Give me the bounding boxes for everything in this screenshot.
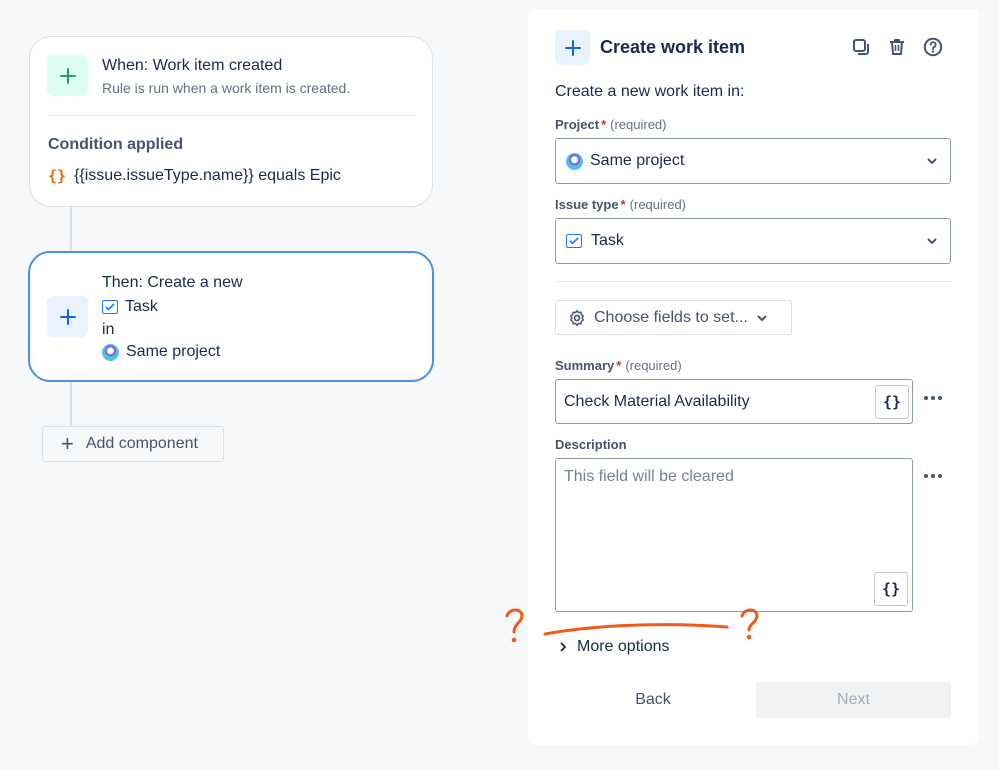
summary-label-text: Summary [555,358,615,373]
add-component-label: Add component [85,435,198,452]
required-note: (required) [629,197,687,212]
duplicate-button[interactable] [850,36,872,58]
project-select[interactable]: Same project [555,138,951,184]
required-marker: * [616,358,622,373]
issue-type-select[interactable]: Task [555,218,951,264]
summary-smart-value-button[interactable]: {} [875,385,909,419]
description-more-button[interactable] [921,466,945,486]
panel-intro: Create a new work item in: [555,83,745,100]
choose-fields-button[interactable]: Choose fields to set... [555,300,792,335]
help-icon [923,37,943,57]
header-plus-icon [555,30,590,65]
issue-type-select-value: Task [591,232,624,249]
project-select-value: Same project [590,152,685,169]
annotation-overlay [505,608,759,643]
back-button[interactable]: Back [555,682,751,718]
chevron-down-icon [927,158,937,165]
action-project-label: Same project [126,343,221,360]
chevron-down-icon [927,238,937,245]
description-label: Description [555,437,627,452]
next-button[interactable]: Next [756,682,951,718]
gear-icon [569,309,585,326]
project-avatar-icon [102,343,119,361]
action-issue-type: Task [102,298,158,316]
condition-row: {} {{issue.issueType.name}} equals Epic [48,167,341,185]
required-marker: * [601,117,607,132]
action-card[interactable]: Then: Create a new Task in Same project [28,251,434,382]
flow-connector-top [70,207,72,251]
ellipsis-icon [924,474,942,478]
summary-label: Summary * (required) [555,358,682,373]
issue-type-label: Issue type * (required) [555,197,686,212]
add-plus-icon: + [61,431,74,456]
summary-input-value: Check Material Availability [564,392,750,410]
project-label: Project * (required) [555,117,667,132]
flow-connector-bottom [70,382,72,426]
condition-title: Condition applied [48,136,184,153]
required-note: (required) [625,358,682,373]
action-plus-icon [47,296,88,337]
description-smart-value-button[interactable]: {} [874,572,908,606]
action-project: Same project [102,343,220,361]
trigger-title: When: Work item created [102,57,283,74]
description-placeholder: This field will be cleared [564,468,734,485]
chevron-down-icon [757,314,767,321]
ellipsis-icon [924,396,942,400]
help-button[interactable] [922,36,944,58]
trigger-plus-icon [47,55,88,96]
project-avatar-icon [566,152,583,170]
description-textarea[interactable]: This field will be cleared [555,458,913,612]
task-icon [102,300,118,314]
project-label-text: Project [555,117,600,132]
trigger-card[interactable]: When: Work item created Rule is run when… [29,36,433,207]
add-component-button[interactable]: + Add component [42,426,224,462]
issue-type-label-text: Issue type [555,197,619,212]
trigger-subtitle: Rule is run when a work item is created. [102,80,351,96]
duplicate-icon [853,39,869,55]
required-note: (required) [610,117,667,132]
trash-icon [890,39,904,55]
action-issue-type-label: Task [125,298,158,315]
required-marker: * [620,197,626,212]
action-line-1: Then: Create a new [102,274,243,291]
condition-text: {{issue.issueType.name}} equals Epic [74,167,341,184]
choose-fields-label: Choose fields to set... [594,308,748,326]
smart-value-icon: {} [48,167,67,185]
trigger-divider [48,115,416,116]
delete-button[interactable] [886,36,908,58]
section-divider [555,281,951,282]
action-line-3: in [102,321,115,338]
summary-more-button[interactable] [921,388,945,408]
task-icon [566,234,582,248]
panel-title: Create work item [600,37,746,57]
summary-input[interactable]: Check Material Availability [555,379,913,424]
